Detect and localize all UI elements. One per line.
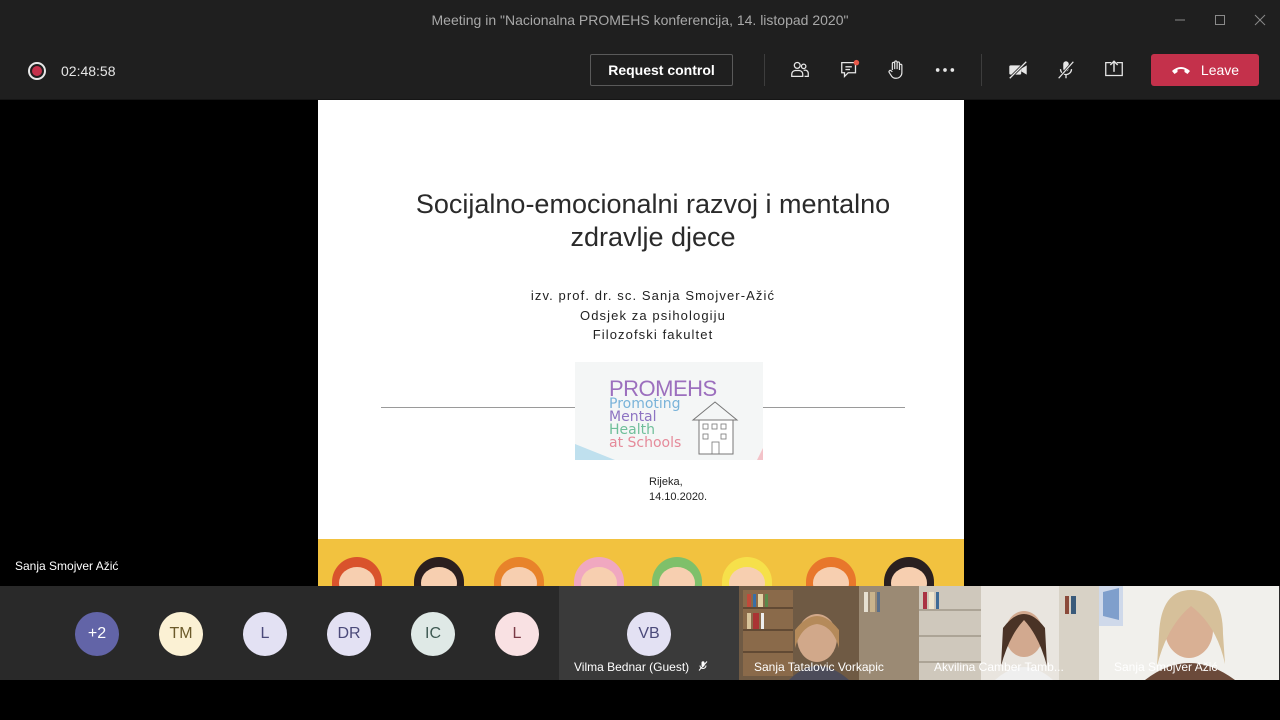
kid-illustration — [722, 557, 772, 586]
kid-illustration — [806, 557, 856, 586]
raise-hand-icon — [888, 60, 903, 79]
shared-slide: Socijalno-emocionalni razvoj i mentalno … — [318, 100, 964, 586]
participant-avatar[interactable]: L — [495, 612, 539, 656]
kid-illustration — [652, 557, 702, 586]
mic-off-icon — [698, 661, 707, 671]
participant-name: Sanja Smojver Ažić — [1114, 660, 1218, 674]
kid-illustration — [332, 557, 382, 586]
minimize-button[interactable] — [1160, 0, 1200, 40]
slide-kids-illustration — [318, 539, 964, 586]
request-control-button[interactable]: Request control — [590, 54, 733, 86]
maximize-icon — [1215, 15, 1225, 25]
leave-button[interactable]: Leave — [1151, 54, 1259, 86]
participant-video-tile[interactable]: Akvilina Camber Tamb... — [919, 586, 1099, 680]
more-icon — [935, 68, 955, 72]
share-screen-button[interactable] — [1101, 57, 1127, 83]
hang-up-icon — [1171, 67, 1190, 74]
participant-video-tile[interactable]: Sanja Smojver Ažić — [1099, 586, 1279, 680]
participant-avatar: VB — [627, 612, 671, 656]
kid-illustration — [414, 557, 464, 586]
participants-button[interactable] — [787, 57, 813, 83]
minimize-icon — [1175, 19, 1185, 21]
window-title: Meeting in "Nacionalna PROMEHS konferenc… — [431, 12, 849, 28]
participant-name: Akvilina Camber Tamb... — [934, 660, 1064, 674]
close-button[interactable] — [1240, 0, 1280, 40]
participant-avatar[interactable]: TM — [159, 612, 203, 656]
participant-name: Sanja Tatalovic Vorkapic — [754, 660, 884, 674]
meeting-timer: 02:48:58 — [61, 63, 116, 79]
kid-illustration — [884, 557, 934, 586]
maximize-button[interactable] — [1200, 0, 1240, 40]
mic-toggle-button[interactable] — [1053, 57, 1079, 83]
meeting-toolbar: 02:48:58 Request control Leave — [0, 40, 1280, 100]
camera-off-icon — [1008, 60, 1028, 80]
leave-label: Leave — [1200, 62, 1240, 78]
window-title-bar: Meeting in "Nacionalna PROMEHS konferenc… — [0, 0, 1280, 40]
camera-toggle-button[interactable] — [1005, 57, 1031, 83]
toolbar-divider — [981, 54, 982, 86]
shared-content-stage: Socijalno-emocionalni razvoj i mentalno … — [0, 100, 1280, 586]
kid-illustration — [494, 557, 544, 586]
participant-tile-vb[interactable]: VB Vilma Bednar (Guest) — [559, 586, 739, 680]
promehs-logo: PROMEHS Promoting Mental Health at Schoo… — [575, 362, 763, 460]
participant-avatar-overflow[interactable]: +2 — [75, 612, 119, 656]
presenter-name: Sanja Smojver Ažić — [15, 559, 119, 573]
participant-avatar[interactable]: IC — [411, 612, 455, 656]
slide-divider-right — [763, 407, 905, 408]
chat-button[interactable] — [837, 57, 863, 83]
chat-icon — [841, 59, 860, 78]
raise-hand-button[interactable] — [883, 57, 909, 83]
participants-icon — [791, 61, 809, 78]
slide-divider-left — [381, 407, 575, 408]
mic-off-icon — [1057, 60, 1075, 80]
share-screen-icon — [1105, 60, 1123, 77]
bottom-bar — [0, 680, 1280, 720]
participant-name: Vilma Bednar (Guest) — [574, 660, 709, 674]
window-controls — [1160, 0, 1280, 40]
slide-author-block: izv. prof. dr. sc. Sanja Smojver-Ažić Od… — [530, 288, 776, 342]
close-icon — [1254, 14, 1266, 26]
recording-icon — [28, 62, 46, 80]
toolbar-divider — [764, 54, 765, 86]
more-actions-button[interactable] — [932, 57, 958, 83]
participant-avatar[interactable]: L — [243, 612, 287, 656]
participants-strip: +2 TM L DR IC L VB Vilma Bednar (Guest) — [0, 586, 1280, 680]
participant-video-tile[interactable]: Sanja Tatalovic Vorkapic — [739, 586, 919, 680]
slide-title: Socijalno-emocionalni razvoj i mentalno … — [415, 189, 891, 252]
kid-illustration — [574, 557, 624, 586]
slide-date-block: Rijeka, 14.10.2020. — [649, 476, 708, 503]
participant-avatar[interactable]: DR — [327, 612, 371, 656]
